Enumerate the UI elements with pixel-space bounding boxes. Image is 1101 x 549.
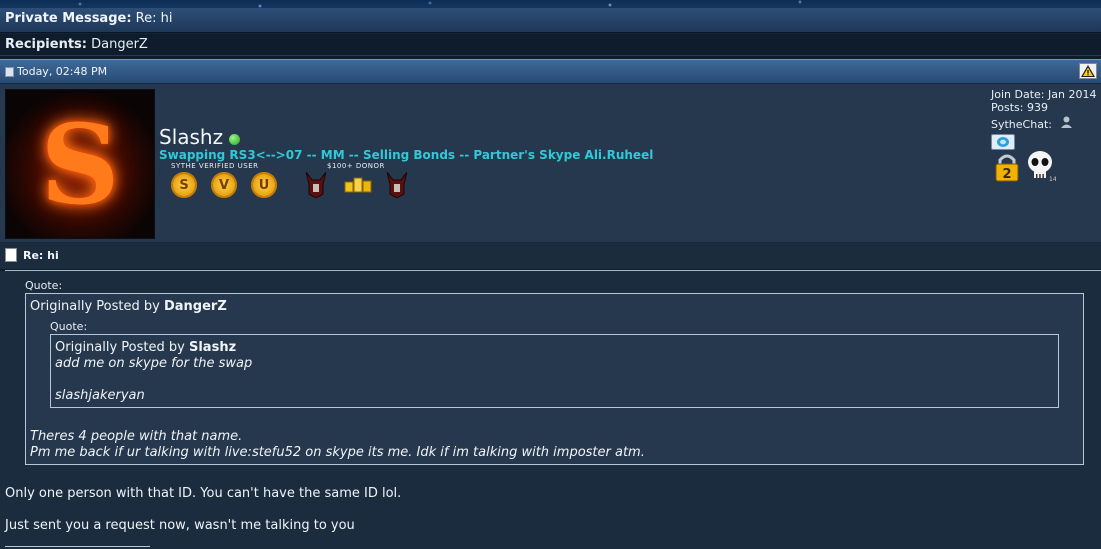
username[interactable]: Slashz: [159, 125, 223, 149]
post-icon: [5, 66, 14, 77]
message-title: Re: hi: [23, 248, 59, 262]
badge-u-icon: U: [251, 172, 277, 198]
sythechat-label: SytheChat:: [991, 118, 1052, 131]
inner-quote-line-2: slashjakeryan: [55, 388, 145, 403]
avatar-letter: S: [40, 99, 120, 229]
user-info-panel: S: [0, 84, 1101, 243]
document-icon: [5, 248, 17, 262]
inner-quote-line-1: add me on skype for the swap: [55, 356, 253, 371]
skype-icon[interactable]: [991, 134, 1015, 150]
outer-quote-prefix: Originally Posted by: [30, 299, 160, 314]
recipients-label: Recipients: [5, 37, 82, 52]
gold-coins-icon: [344, 177, 372, 193]
user-title: Swapping RS3<-->07 -- MM -- Selling Bond…: [159, 148, 654, 162]
user-stats: Join Date: Jan 2014 Posts: 939 SytheChat…: [991, 88, 1096, 131]
badge-caption-verified: SYTHE VERIFIED USER: [171, 162, 259, 170]
demon-helm-icon-2: [387, 172, 407, 198]
skull-number: 14: [1049, 176, 1056, 182]
window-title-bar: Private Message: Re: hi: [0, 0, 1101, 36]
page-title-value: Re: hi: [135, 11, 173, 26]
outer-quote-line-2: Pm me back if ur talking with live:stefu…: [30, 445, 645, 460]
page-title-label: Private Message: [5, 11, 127, 26]
outer-quote-line-1: Theres 4 people with that name.: [30, 429, 243, 444]
lock-number: 2: [1002, 167, 1011, 182]
join-date: Join Date: Jan 2014: [991, 88, 1097, 101]
online-status-icon: [229, 134, 240, 145]
page-title: Private Message: Re: hi: [5, 11, 173, 26]
outer-quote-attribution: Originally Posted by DangerZ: [30, 299, 227, 314]
skull-icon: 14: [1028, 151, 1056, 182]
badge-u-letter: U: [258, 177, 270, 193]
inner-quote-prefix: Originally Posted by: [55, 340, 185, 355]
badge-v-letter: V: [218, 177, 230, 193]
recipients-row: Recipients: DangerZ: [0, 34, 1101, 56]
outer-quote-author[interactable]: DangerZ: [164, 299, 227, 314]
post-count: Posts: 939: [991, 101, 1048, 114]
badge-caption-donor: $100+ DONOR: [327, 162, 385, 170]
badge-v-icon: V: [211, 172, 237, 198]
inner-quote-label: Quote:: [50, 320, 88, 333]
person-icon[interactable]: [1061, 116, 1072, 128]
inner-quote-attribution: Originally Posted by Slashz: [55, 340, 236, 355]
lock-icon: 2: [995, 154, 1019, 182]
post-date: Today, 02:48 PM: [5, 65, 107, 78]
reply-line-1: Only one person with that ID. You can't …: [5, 486, 402, 501]
badge-s-letter: S: [179, 177, 189, 193]
inner-quote-author[interactable]: Slashz: [189, 340, 236, 355]
signature-divider: [5, 546, 150, 547]
post-header: Today, 02:48 PM: [0, 59, 1101, 84]
demon-helm-icon: [306, 172, 326, 198]
warning-triangle-icon[interactable]: [1079, 63, 1097, 79]
avatar[interactable]: S: [5, 89, 155, 239]
outer-quote-label: Quote:: [25, 279, 63, 292]
message-title-row: Re: hi: [0, 243, 1101, 269]
post-date-text: Today, 02:48 PM: [17, 65, 108, 78]
badge-s-icon: S: [171, 172, 197, 198]
reply-line-2: Just sent you a request now, wasn't me t…: [5, 518, 355, 533]
recipient-name[interactable]: DangerZ: [91, 37, 148, 52]
